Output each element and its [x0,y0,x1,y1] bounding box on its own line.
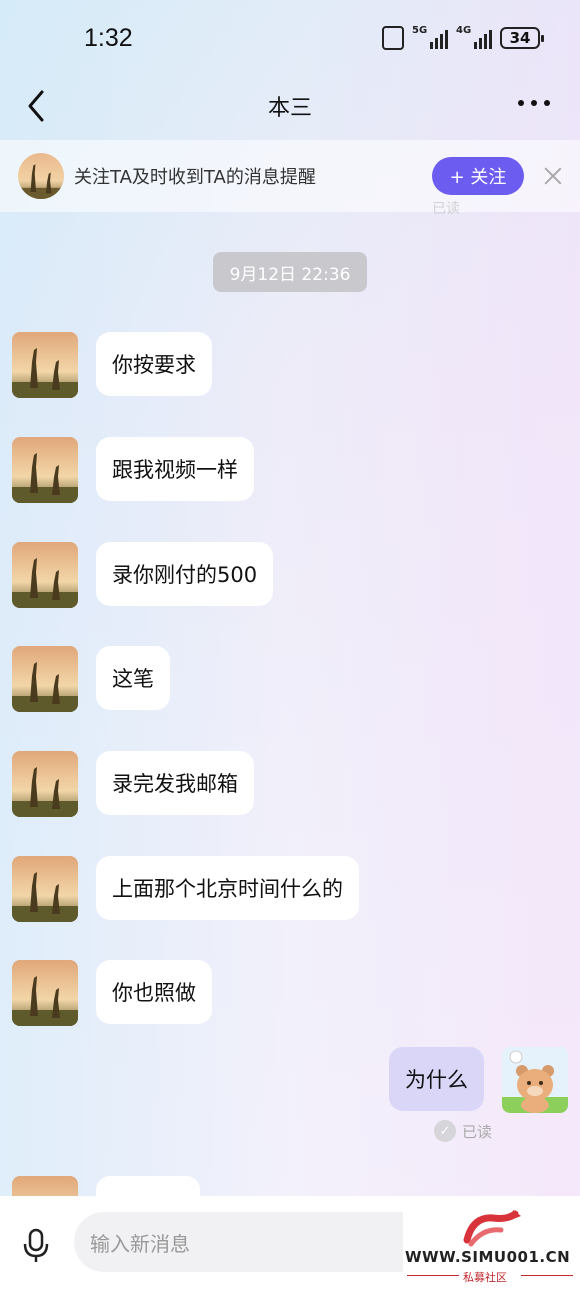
giraffe-avatar[interactable] [12,542,78,608]
my-message-bubble[interactable]: 为什么 [389,1047,484,1111]
watermark: WWW.SIMU001.CN 私募社区 [403,1208,580,1289]
message-row: 你按要求 [12,332,212,398]
giraffe-avatar[interactable] [12,332,78,398]
message-row: 跟我视频一样 [12,437,254,503]
microphone-icon[interactable] [20,1228,52,1264]
message-bubble[interactable]: 录你刚付的500 [96,542,274,606]
giraffe-avatar[interactable] [12,960,78,1026]
message-row: 录你刚付的500 [12,542,274,608]
follow-button[interactable]: + 关注 [432,157,524,195]
read-label: 已读 [462,1122,493,1141]
battery-icon: 34 [500,27,544,49]
signal-5g-icon: 5G [412,25,448,49]
message-bubble[interactable]: 上面那个北京时间什么的 [96,856,359,920]
giraffe-avatar[interactable] [12,856,78,922]
nav-bar: 本三 [0,76,580,136]
watermark-site: WWW.SIMU001.CN [405,1248,571,1266]
read-status: ✓ 已读 [434,1120,492,1142]
watermark-logo-icon [463,1210,521,1248]
follow-banner: 关注TA及时收到TA的消息提醒 + 关注 [0,140,580,212]
status-time: 1:32 [84,24,133,52]
chat-title: 本三 [267,96,312,121]
close-icon[interactable] [544,167,562,185]
message-row: 你也照做 [12,960,212,1026]
message-bubble[interactable]: 这笔 [96,646,170,710]
more-icon[interactable] [518,100,550,108]
signal-4g-icon: 4G [456,25,492,49]
divider [521,1275,573,1276]
vibrate-icon [382,26,404,50]
message-bubble[interactable]: 你按要求 [96,332,212,396]
message-bubble[interactable]: 录完发我邮箱 [96,751,254,815]
message-row: 上面那个北京时间什么的 [12,856,359,922]
contact-avatar[interactable] [18,153,64,199]
giraffe-avatar[interactable] [12,437,78,503]
message-row: 这笔 [12,646,170,712]
follow-prompt: 关注TA及时收到TA的消息提醒 [74,167,316,188]
timestamp: 9月12日 22:36 [213,252,367,292]
divider [407,1275,459,1276]
my-message-row: 为什么 [389,1047,568,1113]
watermark-sub: 私募社区 [463,1271,507,1284]
giraffe-avatar[interactable] [12,646,78,712]
message-bubble[interactable]: 你也照做 [96,960,212,1024]
bear-avatar[interactable] [502,1047,568,1113]
faded-read-status: 已读 [432,201,460,217]
status-icons: 5G 4G 34 [382,25,544,50]
message-row: 录完发我邮箱 [12,751,254,817]
status-bar: 1:32 5G 4G 34 [0,0,580,76]
check-icon: ✓ [434,1120,456,1142]
giraffe-avatar[interactable] [12,751,78,817]
message-bubble[interactable]: 跟我视频一样 [96,437,254,501]
